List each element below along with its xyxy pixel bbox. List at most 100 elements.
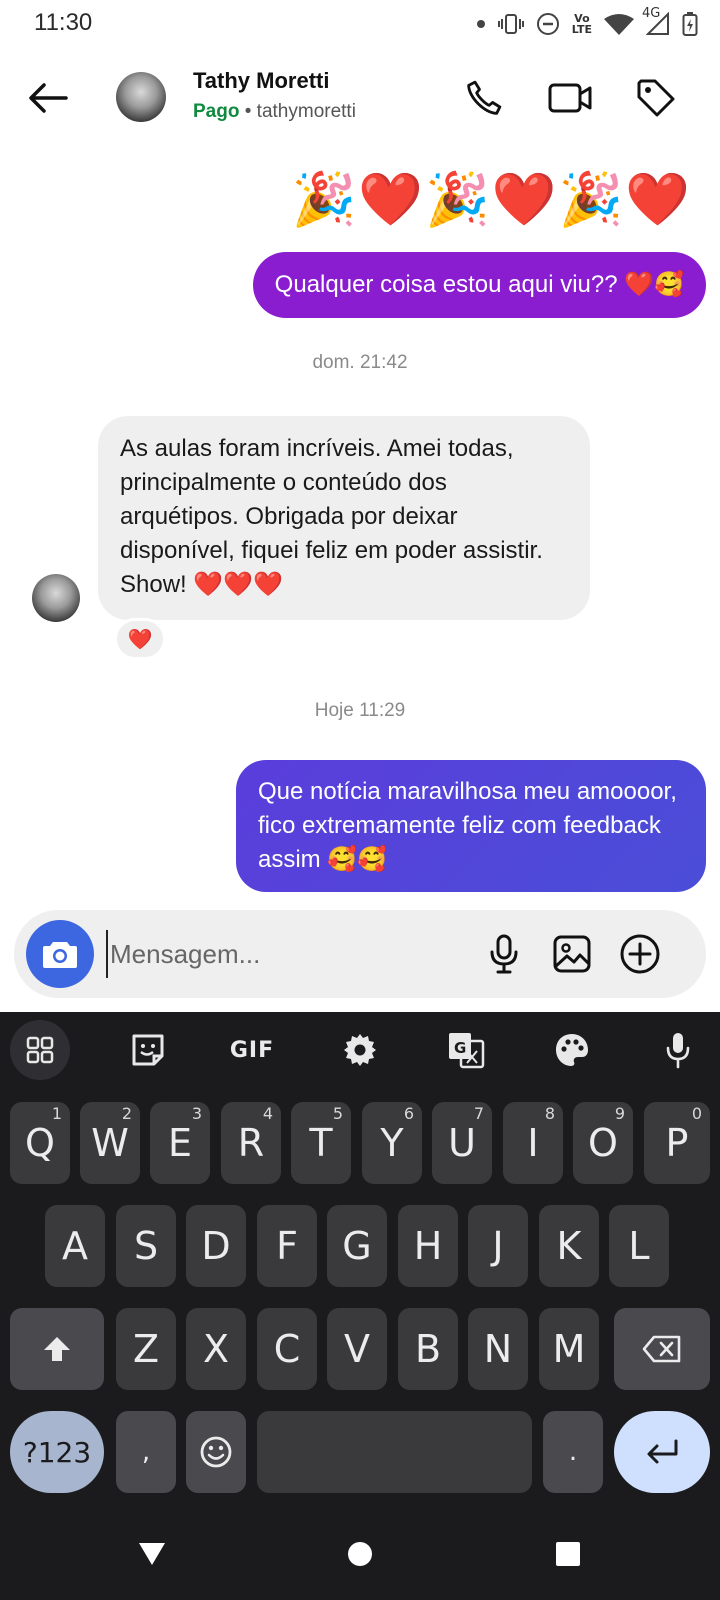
tag-icon (637, 79, 675, 117)
camera-button[interactable] (26, 920, 94, 988)
square-recents-icon (556, 1542, 580, 1566)
notification-dot-icon (476, 19, 486, 29)
video-call-button[interactable] (542, 70, 598, 126)
theme-button[interactable] (542, 1022, 602, 1078)
status-time: 11:30 (34, 9, 93, 36)
key-x[interactable]: X (186, 1308, 246, 1390)
voice-message-button[interactable] (478, 928, 530, 980)
timestamp-divider: dom. 21:42 (312, 352, 408, 373)
message-reaction[interactable]: ❤️ (114, 618, 166, 660)
message-input[interactable] (106, 930, 446, 978)
do-not-disturb-icon (536, 12, 560, 36)
enter-arrow-icon (647, 1439, 678, 1464)
key-b[interactable]: B (398, 1308, 458, 1390)
symbols-key[interactable]: ?123 (10, 1411, 104, 1493)
key-a[interactable]: A (45, 1205, 105, 1287)
voice-typing-button[interactable] (648, 1022, 708, 1078)
volte-icon: Vo LTE (571, 12, 592, 36)
key-z[interactable]: Z (116, 1308, 176, 1390)
image-icon (553, 935, 591, 973)
backspace-key[interactable] (614, 1308, 710, 1390)
microphone-icon (666, 1033, 690, 1069)
keyboard-apps-button[interactable] (10, 1020, 70, 1080)
call-button[interactable] (456, 70, 512, 126)
key-w[interactable]: W2 (80, 1102, 140, 1184)
plus-circle-icon (620, 934, 660, 974)
key-r[interactable]: R4 (221, 1102, 281, 1184)
key-v[interactable]: V (327, 1308, 387, 1390)
outgoing-message[interactable]: Que notícia maravilhosa meu amoooor, fic… (236, 760, 706, 892)
shift-key[interactable] (10, 1308, 104, 1390)
paid-status-label: Pago (193, 101, 240, 122)
contact-username: tathymoretti (256, 101, 356, 122)
key-m[interactable]: M (539, 1308, 599, 1390)
svg-text:G: G (454, 1039, 466, 1057)
contact-subtitle: Pago • tathymoretti (193, 101, 356, 123)
signal-4g-icon: 4G (642, 7, 670, 36)
keyboard-toolbar: GIF G (0, 1012, 720, 1088)
status-icons: Vo LTE 4G (476, 7, 698, 40)
sender-avatar[interactable] (32, 574, 80, 622)
nav-home-button[interactable] (338, 1532, 382, 1576)
gallery-button[interactable] (546, 928, 598, 980)
microphone-icon (490, 934, 518, 974)
translate-icon: G (449, 1033, 485, 1069)
key-e[interactable]: E3 (150, 1102, 210, 1184)
triangle-down-icon (139, 1543, 165, 1565)
grid-icon (26, 1036, 54, 1064)
battery-icon (682, 11, 698, 37)
chat-header: Tathy Moretti Pago • tathymoretti (0, 48, 720, 148)
outgoing-message[interactable]: Qualquer coisa estou aqui viu?? ❤️🥰 (252, 252, 706, 318)
shift-arrow-icon (44, 1337, 70, 1361)
key-j[interactable]: J (468, 1205, 528, 1287)
nav-back-button[interactable] (130, 1532, 174, 1576)
enter-key[interactable] (614, 1411, 710, 1493)
emoji-message[interactable]: 🎉❤️🎉❤️🎉❤️ (292, 168, 692, 232)
contact-avatar[interactable] (116, 72, 166, 122)
key-h[interactable]: H (398, 1205, 458, 1287)
key-t[interactable]: T5 (291, 1102, 351, 1184)
key-l[interactable]: L (609, 1205, 669, 1287)
key-k[interactable]: K (539, 1205, 599, 1287)
sticker-icon (132, 1034, 164, 1066)
key-f[interactable]: F (257, 1205, 317, 1287)
comma-key[interactable]: , (116, 1411, 176, 1493)
gear-icon (344, 1034, 376, 1066)
video-camera-icon (548, 83, 592, 113)
backspace-icon (642, 1335, 681, 1363)
nav-recents-button[interactable] (546, 1532, 590, 1576)
timestamp-divider: Hoje 11:29 (314, 700, 406, 721)
key-s[interactable]: S (116, 1205, 176, 1287)
space-key[interactable] (257, 1411, 532, 1493)
keyboard-settings-button[interactable] (330, 1022, 390, 1078)
back-button[interactable] (22, 72, 74, 124)
key-g[interactable]: G (327, 1205, 387, 1287)
contact-name[interactable]: Tathy Moretti (193, 68, 329, 94)
key-y[interactable]: Y6 (362, 1102, 422, 1184)
translate-button[interactable]: G (436, 1022, 496, 1078)
key-i[interactable]: I8 (503, 1102, 563, 1184)
vibrate-icon (497, 13, 524, 35)
label-tag-button[interactable] (628, 70, 684, 126)
incoming-message[interactable]: As aulas foram incríveis. Amei todas, pr… (98, 416, 590, 620)
key-c[interactable]: C (257, 1308, 317, 1390)
period-key[interactable]: . (543, 1411, 603, 1493)
key-u[interactable]: U7 (432, 1102, 492, 1184)
key-d[interactable]: D (186, 1205, 246, 1287)
gif-label: GIF (229, 1037, 275, 1063)
gif-button[interactable]: GIF (222, 1022, 282, 1078)
navigation-bar (0, 1508, 720, 1600)
message-composer (14, 910, 706, 998)
key-q[interactable]: Q1 (10, 1102, 70, 1184)
subtitle-separator: • (239, 101, 257, 122)
more-options-button[interactable] (614, 928, 666, 980)
key-p[interactable]: P0 (644, 1102, 710, 1184)
key-n[interactable]: N (468, 1308, 528, 1390)
emoji-key[interactable] (186, 1411, 246, 1493)
key-o[interactable]: O9 (573, 1102, 633, 1184)
phone-icon (467, 80, 502, 115)
arrow-left-icon (29, 83, 68, 113)
palette-icon (556, 1034, 588, 1066)
wifi-icon (604, 13, 634, 35)
sticker-button[interactable] (118, 1022, 178, 1078)
